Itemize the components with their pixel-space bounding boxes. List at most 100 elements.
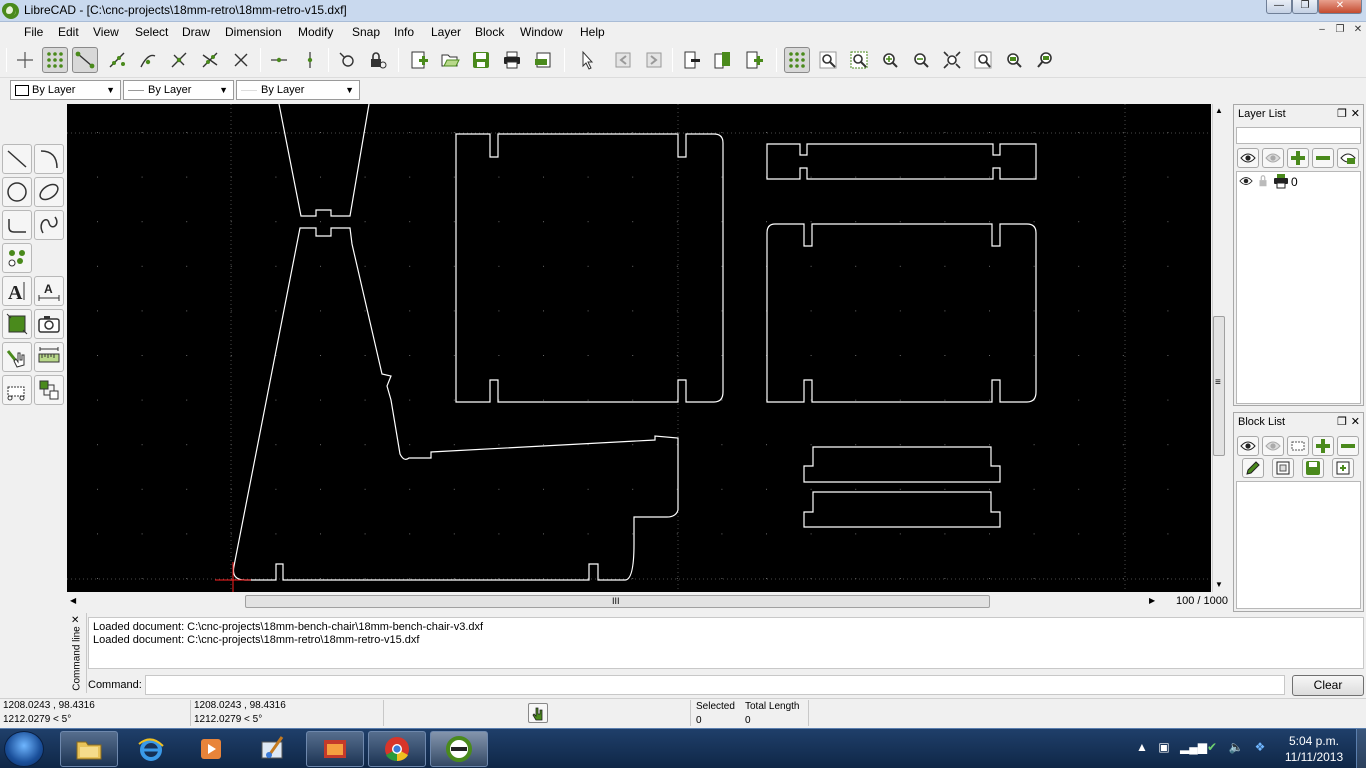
show-all-layers-button[interactable] bbox=[1237, 148, 1259, 168]
tool-select[interactable] bbox=[2, 375, 32, 405]
menu-window[interactable]: Window bbox=[520, 25, 563, 39]
maximize-button[interactable]: ❐ bbox=[1292, 0, 1318, 14]
zoom-previous-button[interactable] bbox=[970, 47, 996, 73]
zoom-pan-button[interactable] bbox=[1001, 47, 1027, 73]
add-block-button[interactable] bbox=[1312, 436, 1334, 456]
menu-view[interactable]: View bbox=[93, 25, 119, 39]
tool-measure[interactable] bbox=[34, 342, 64, 372]
zoom-in-button[interactable] bbox=[877, 47, 903, 73]
menu-edit[interactable]: Edit bbox=[58, 25, 79, 39]
save-block-button[interactable] bbox=[1302, 458, 1324, 478]
document-icon[interactable] bbox=[2, 3, 16, 17]
tool-line[interactable] bbox=[2, 144, 32, 174]
sync-tray-icon[interactable]: ▣ bbox=[1156, 740, 1172, 756]
cut-button[interactable] bbox=[679, 47, 705, 73]
mdi-close-button[interactable]: ✕ bbox=[1350, 24, 1366, 38]
drawing-canvas[interactable] bbox=[67, 104, 1211, 592]
close-window-button[interactable]: ✕ bbox=[1318, 0, 1362, 14]
insert-block-button[interactable] bbox=[1332, 458, 1354, 478]
scroll-left-icon[interactable]: ◀ bbox=[70, 596, 76, 605]
snap-endpoint-button[interactable] bbox=[72, 47, 98, 73]
menu-block[interactable]: Block bbox=[475, 25, 504, 39]
command-input[interactable] bbox=[145, 675, 1285, 695]
restrict-vertical-button[interactable] bbox=[297, 47, 323, 73]
security-tray-icon[interactable]: ✔ bbox=[1204, 740, 1220, 756]
save-file-button[interactable] bbox=[468, 47, 494, 73]
scroll-right-icon[interactable]: ▶ bbox=[1149, 596, 1155, 605]
eye-icon[interactable] bbox=[1239, 174, 1253, 188]
snap-on-entity-button[interactable] bbox=[104, 47, 130, 73]
scroll-down-icon[interactable]: ▼ bbox=[1215, 580, 1223, 589]
menu-layer[interactable]: Layer bbox=[431, 25, 461, 39]
menu-help[interactable]: Help bbox=[580, 25, 605, 39]
remove-layer-button[interactable] bbox=[1312, 148, 1334, 168]
undo-button[interactable] bbox=[610, 47, 636, 73]
clear-button[interactable]: Clear bbox=[1292, 675, 1364, 696]
taskbar-internet-explorer[interactable] bbox=[122, 731, 180, 767]
snap-intersection-button[interactable] bbox=[228, 47, 254, 73]
snap-free-button[interactable] bbox=[12, 47, 38, 73]
tool-polyline[interactable] bbox=[2, 210, 32, 240]
select-pointer-button[interactable] bbox=[574, 47, 600, 73]
tool-arc[interactable] bbox=[34, 144, 64, 174]
snap-middle-button[interactable] bbox=[166, 47, 192, 73]
taskbar-paint[interactable] bbox=[244, 731, 302, 767]
show-hidden-icons[interactable]: ▲ bbox=[1134, 740, 1150, 756]
volume-tray-icon[interactable]: 🔈 bbox=[1228, 740, 1244, 756]
tool-hatch[interactable] bbox=[2, 309, 32, 339]
restrict-horizontal-button[interactable] bbox=[266, 47, 292, 73]
redo-button[interactable] bbox=[641, 47, 667, 73]
minimize-button[interactable]: — bbox=[1266, 0, 1292, 14]
dropbox-tray-icon[interactable]: ❖ bbox=[1252, 740, 1268, 756]
taskbar-app[interactable] bbox=[306, 731, 364, 767]
tool-image[interactable] bbox=[34, 309, 64, 339]
new-file-button[interactable] bbox=[406, 47, 432, 73]
menu-draw[interactable]: Draw bbox=[182, 25, 210, 39]
open-file-button[interactable] bbox=[437, 47, 463, 73]
float-dock-button[interactable]: ❐ bbox=[1337, 107, 1347, 120]
zoom-selection-button[interactable] bbox=[1032, 47, 1058, 73]
pen-linetype-select[interactable]: By Layer ▼ bbox=[236, 80, 360, 100]
print-preview-button[interactable] bbox=[530, 47, 556, 73]
windows-start-icon[interactable] bbox=[4, 731, 44, 767]
taskbar-media-player[interactable] bbox=[182, 731, 240, 767]
tool-circle[interactable] bbox=[2, 177, 32, 207]
menu-snap[interactable]: Snap bbox=[352, 25, 380, 39]
set-relative-zero-button[interactable] bbox=[334, 47, 360, 73]
edit-block-button[interactable] bbox=[1272, 458, 1294, 478]
show-all-blocks-button[interactable] bbox=[1237, 436, 1259, 456]
tool-ellipse[interactable] bbox=[34, 177, 64, 207]
scroll-up-icon[interactable]: ▲ bbox=[1215, 106, 1223, 115]
pen-width-select[interactable]: By Layer ▼ bbox=[123, 80, 234, 100]
pen-color-select[interactable]: By Layer ▼ bbox=[10, 80, 121, 100]
edit-layer-button[interactable] bbox=[1337, 148, 1359, 168]
unlock-icon[interactable] bbox=[1257, 174, 1269, 188]
printer-icon[interactable] bbox=[1273, 173, 1289, 189]
copy-button[interactable] bbox=[710, 47, 736, 73]
hide-all-blocks-button[interactable] bbox=[1262, 436, 1284, 456]
menu-select[interactable]: Select bbox=[135, 25, 168, 39]
remove-block-button[interactable] bbox=[1337, 436, 1359, 456]
mdi-restore-button[interactable]: ❐ bbox=[1332, 24, 1348, 38]
snap-distance-button[interactable] bbox=[197, 47, 223, 73]
snap-center-button[interactable] bbox=[135, 47, 161, 73]
create-block-button[interactable] bbox=[1287, 436, 1309, 456]
tool-text[interactable]: A bbox=[2, 276, 32, 306]
layer-row[interactable]: 0 bbox=[1237, 173, 1359, 190]
menu-dimension[interactable]: Dimension bbox=[225, 25, 282, 39]
taskbar-librecad[interactable] bbox=[430, 731, 488, 767]
taskbar-chrome[interactable] bbox=[368, 731, 426, 767]
toggle-grid-button[interactable] bbox=[784, 47, 810, 73]
float-dock-button[interactable]: ❐ bbox=[1337, 415, 1347, 428]
zoom-auto-button[interactable] bbox=[939, 47, 965, 73]
mdi-minimize-button[interactable]: – bbox=[1314, 24, 1330, 38]
system-clock[interactable]: 5:04 p.m. 11/11/2013 bbox=[1276, 733, 1352, 765]
menu-info[interactable]: Info bbox=[394, 25, 414, 39]
zoom-window-button[interactable] bbox=[846, 47, 872, 73]
add-layer-button[interactable] bbox=[1287, 148, 1309, 168]
show-desktop-button[interactable] bbox=[1356, 729, 1366, 768]
menu-modify[interactable]: Modify bbox=[298, 25, 333, 39]
tool-modify[interactable] bbox=[2, 342, 32, 372]
layer-filter-input[interactable] bbox=[1236, 127, 1361, 144]
snap-grid-button[interactable] bbox=[42, 47, 68, 73]
